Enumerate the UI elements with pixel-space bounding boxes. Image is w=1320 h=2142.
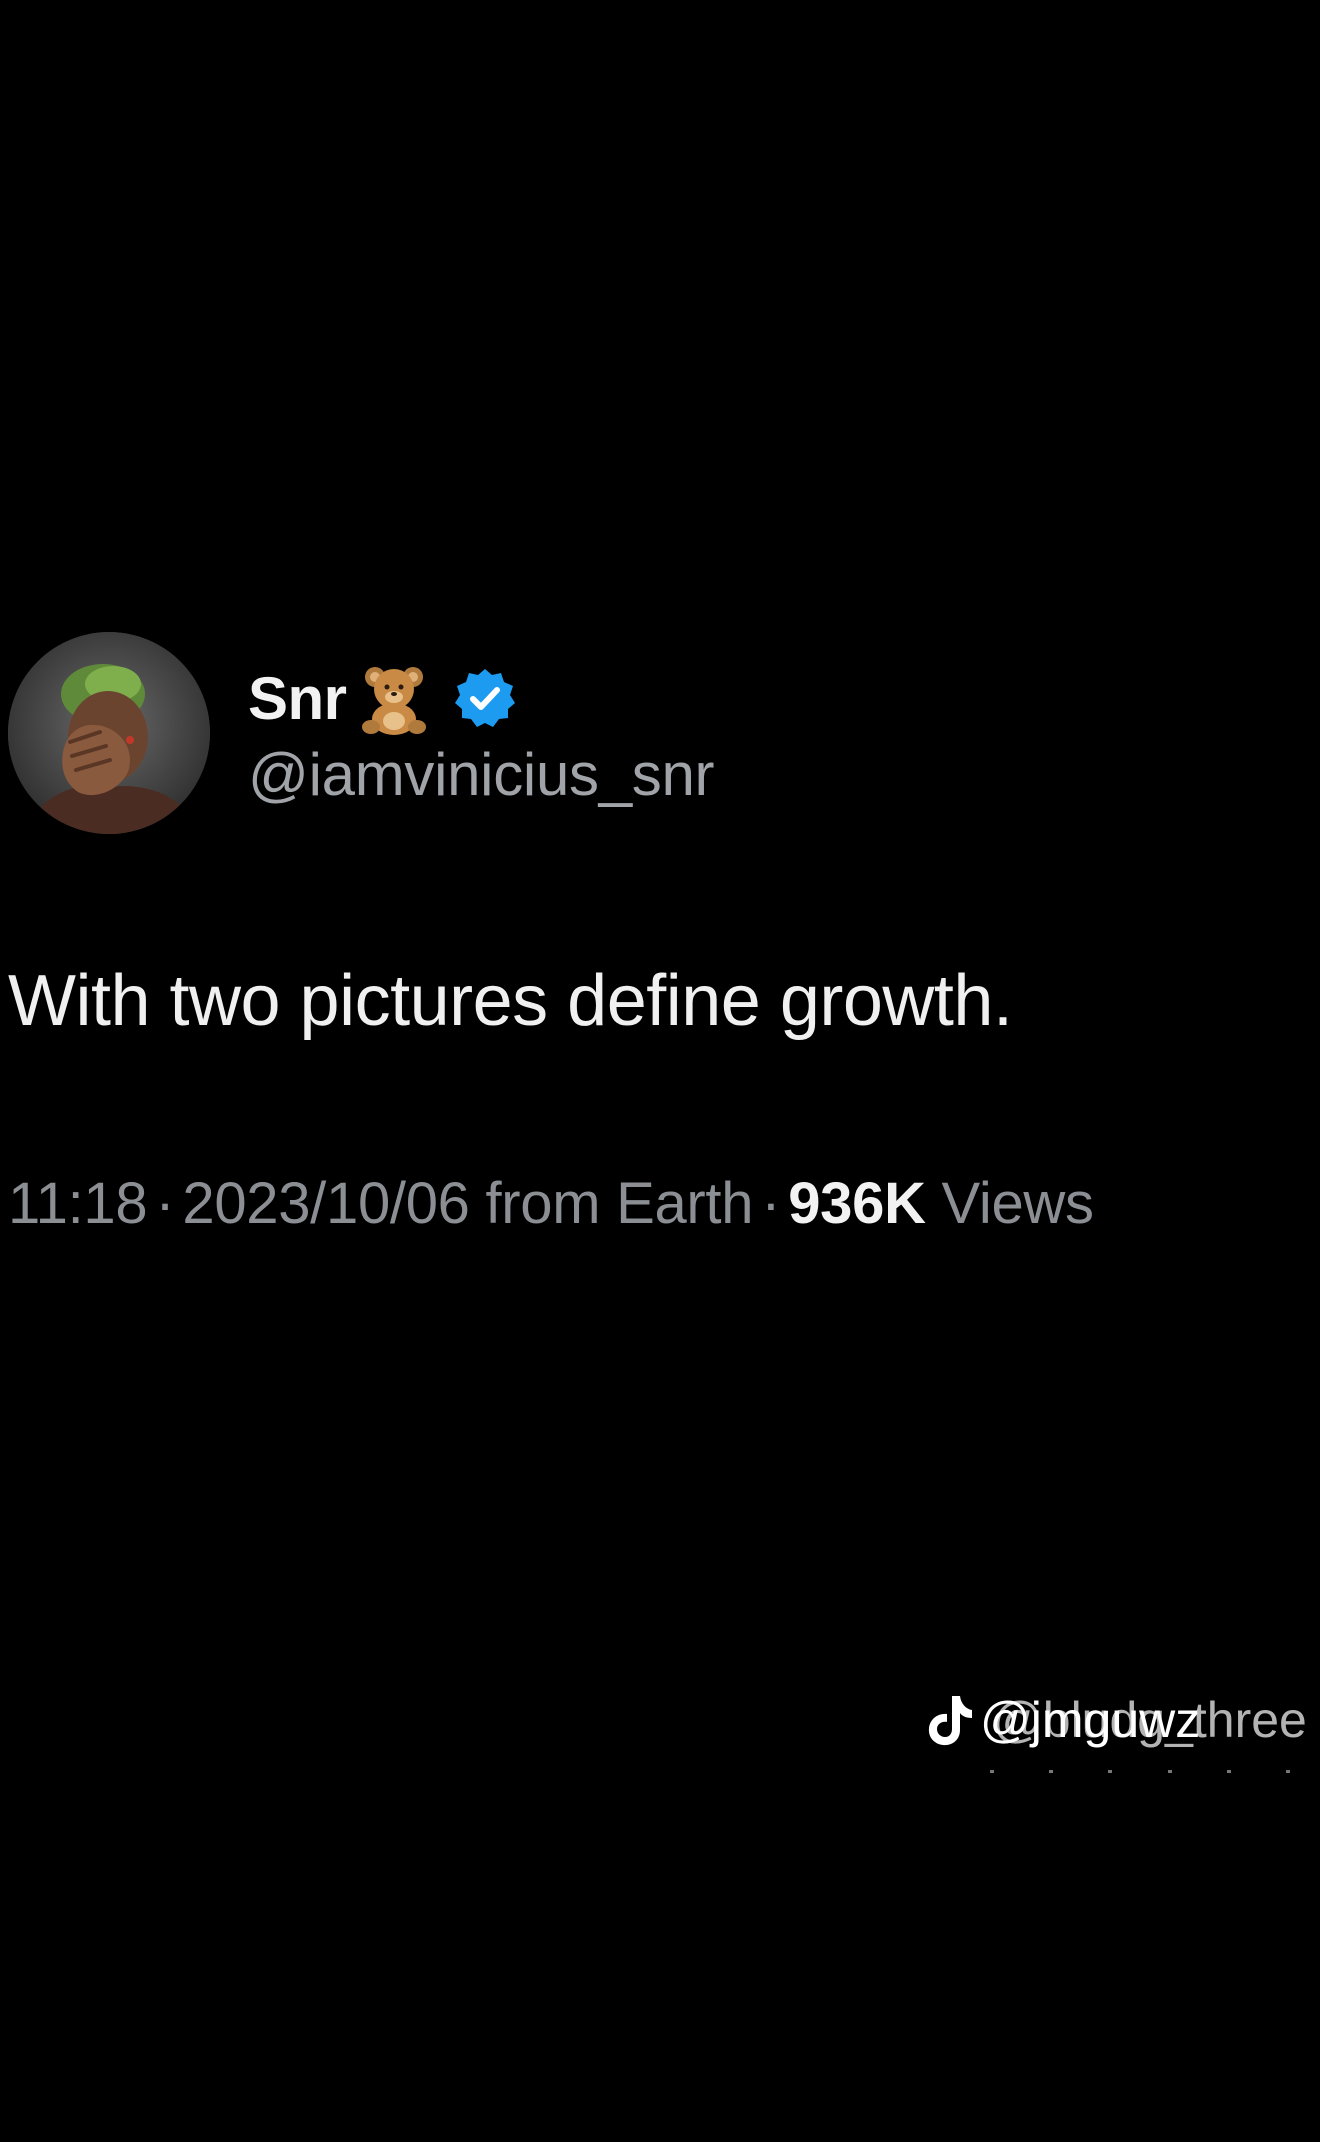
watermark-username-secondary: @bludg_three	[992, 1692, 1307, 1748]
tiktok-watermark: @jmguwz @bludg_three	[926, 1685, 1307, 1755]
author-name-row: Snr	[248, 658, 517, 738]
author-display-name[interactable]: Snr	[248, 664, 347, 733]
tweet-meta: 11:18 · 2023/10/06 from Earth · 936K Views	[8, 1170, 1094, 1237]
avatar-image	[8, 632, 210, 834]
meta-separator: ·	[155, 1171, 175, 1236]
author-handle[interactable]: @iamvinicius_snr	[248, 740, 715, 809]
meta-separator: ·	[761, 1171, 781, 1236]
tweet-header: Snr @iamvinicius_snr	[8, 630, 1008, 840]
tweet-time[interactable]: 11:18	[8, 1171, 148, 1236]
views-count[interactable]: 936K	[788, 1171, 926, 1236]
avatar[interactable]	[8, 632, 210, 834]
views-label[interactable]: Views	[942, 1171, 1094, 1236]
tiktok-logo-icon	[926, 1692, 974, 1748]
watermark-text: @jmguwz @bludg_three	[980, 1690, 1307, 1750]
tweet-date-source[interactable]: 2023/10/06 from Earth	[182, 1171, 753, 1236]
verified-badge-icon[interactable]	[453, 666, 517, 730]
tweet-text: With two pictures define growth.	[8, 961, 1013, 1041]
watermark-dots	[990, 1770, 1290, 1774]
teddy-bear-icon	[353, 657, 435, 739]
